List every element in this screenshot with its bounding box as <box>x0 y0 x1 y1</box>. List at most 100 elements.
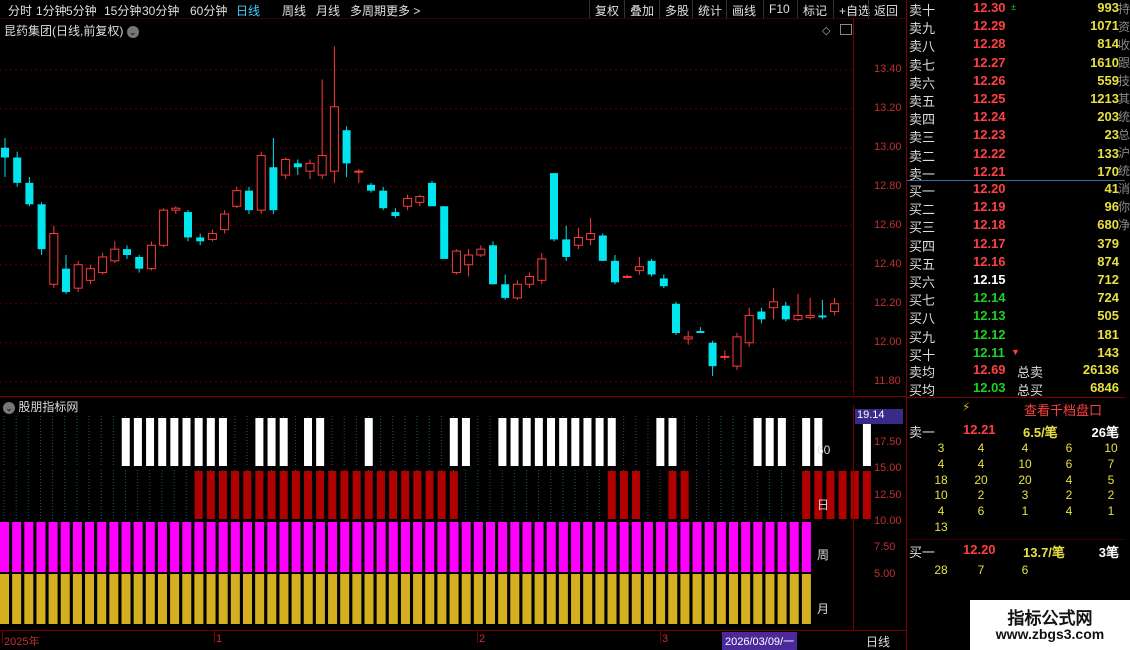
candlestick-chart[interactable]: 昆药集团(日线,前复权) ⌄ ◇ <box>0 19 906 395</box>
candle[interactable] <box>537 253 547 285</box>
candle[interactable] <box>305 159 315 179</box>
period-label[interactable]: 日线 <box>866 633 890 650</box>
dropdown-icon[interactable]: ⌄ <box>126 26 139 38</box>
period-tab-2[interactable]: 5分钟 <box>66 2 97 19</box>
candle[interactable] <box>720 350 730 361</box>
candle[interactable] <box>1 138 9 177</box>
candle[interactable] <box>562 225 571 261</box>
candle[interactable] <box>184 210 192 242</box>
candle[interactable] <box>391 208 400 218</box>
toolbar-button-3[interactable]: 统计 <box>692 0 727 18</box>
candle[interactable] <box>428 180 436 207</box>
candle[interactable] <box>281 157 291 179</box>
candle[interactable] <box>512 280 522 300</box>
candle[interactable] <box>293 159 302 176</box>
bar-day <box>668 471 677 519</box>
candle[interactable] <box>85 264 95 285</box>
candle[interactable] <box>525 272 535 289</box>
candle[interactable] <box>757 307 766 324</box>
chart-options-icon[interactable]: ◇ <box>822 24 830 37</box>
candle[interactable] <box>501 274 510 300</box>
candle[interactable] <box>647 258 656 277</box>
candle[interactable] <box>489 241 497 285</box>
candle[interactable] <box>550 173 558 242</box>
period-tab-10[interactable]: 更多 > <box>386 2 420 19</box>
toolbar-button-0[interactable]: 复权 <box>589 0 624 18</box>
candle[interactable] <box>245 186 253 215</box>
candle[interactable] <box>135 255 144 273</box>
candle[interactable] <box>110 241 120 263</box>
period-tab-9[interactable]: 多周期 <box>350 2 386 19</box>
candle[interactable] <box>781 301 790 322</box>
candle[interactable] <box>269 138 278 215</box>
candle[interactable] <box>403 194 413 211</box>
candle[interactable] <box>659 274 668 289</box>
candle[interactable] <box>146 241 156 271</box>
toolbar-button-8[interactable]: 返回 <box>868 0 903 18</box>
candle[interactable] <box>207 229 217 242</box>
period-tab-6[interactable]: 日线 <box>236 2 260 19</box>
candle[interactable] <box>73 260 83 293</box>
candle[interactable] <box>232 186 242 209</box>
candle[interactable] <box>611 255 619 285</box>
candle-body <box>757 311 766 320</box>
candle[interactable] <box>354 169 364 183</box>
candle[interactable] <box>708 340 717 376</box>
candle[interactable] <box>769 288 779 320</box>
candle[interactable] <box>634 256 644 275</box>
bar-week <box>376 522 386 572</box>
toolbar-button-1[interactable]: 叠加 <box>624 0 659 18</box>
ob-price: 12.11 <box>973 344 1005 360</box>
bar-day <box>279 471 288 519</box>
candle[interactable] <box>196 233 205 246</box>
candle[interactable] <box>256 151 266 215</box>
candle[interactable] <box>818 299 827 320</box>
period-tab-1[interactable]: 1分钟 <box>36 2 67 19</box>
chart-panel-icon[interactable] <box>840 24 852 35</box>
candle[interactable] <box>329 46 339 183</box>
candle[interactable] <box>317 79 327 179</box>
candle[interactable] <box>451 249 461 275</box>
candle[interactable] <box>159 208 169 248</box>
period-tab-3[interactable]: 15分钟 <box>104 2 141 19</box>
thousand-level-button[interactable]: ⚡ 查看千档盘口 <box>962 400 1102 419</box>
period-tab-0[interactable]: 分时 <box>8 2 32 19</box>
candle[interactable] <box>793 294 803 322</box>
period-tab-5[interactable]: 60分钟 <box>190 2 227 19</box>
candle[interactable] <box>622 274 632 279</box>
candle[interactable] <box>37 202 46 255</box>
toolbar-button-6[interactable]: 标记 <box>797 0 832 18</box>
toolbar-button-4[interactable]: 画线 <box>726 0 761 18</box>
candle[interactable] <box>598 233 607 261</box>
candle[interactable] <box>464 249 474 277</box>
candle[interactable] <box>25 177 34 207</box>
period-tab-7[interactable]: 周线 <box>282 2 306 19</box>
ob-price: 12.18 <box>973 217 1006 233</box>
period-tab-8[interactable]: 月线 <box>316 2 340 19</box>
candle[interactable] <box>586 217 596 246</box>
candle[interactable] <box>805 297 815 320</box>
candle[interactable] <box>123 245 131 259</box>
candle[interactable] <box>62 255 70 294</box>
candle[interactable] <box>573 227 583 250</box>
candle[interactable] <box>342 126 351 177</box>
candle[interactable] <box>13 151 22 187</box>
candle[interactable] <box>732 333 742 371</box>
candle[interactable] <box>440 206 449 259</box>
indicator-chart[interactable] <box>0 396 906 630</box>
candle[interactable] <box>696 327 705 333</box>
candle[interactable] <box>830 297 840 316</box>
candle[interactable] <box>367 182 375 193</box>
candle[interactable] <box>744 307 754 347</box>
candle[interactable] <box>98 253 108 275</box>
candle[interactable] <box>220 210 230 234</box>
toolbar-button-2[interactable]: 多股 <box>659 0 694 18</box>
period-tab-4[interactable]: 30分钟 <box>142 2 179 19</box>
candle[interactable] <box>49 225 59 289</box>
candle[interactable] <box>415 194 425 207</box>
candle[interactable] <box>171 206 181 215</box>
candle[interactable] <box>672 301 680 335</box>
candle[interactable] <box>379 186 388 211</box>
toolbar-button-5[interactable]: F10 <box>763 0 795 18</box>
candle[interactable] <box>476 245 486 257</box>
